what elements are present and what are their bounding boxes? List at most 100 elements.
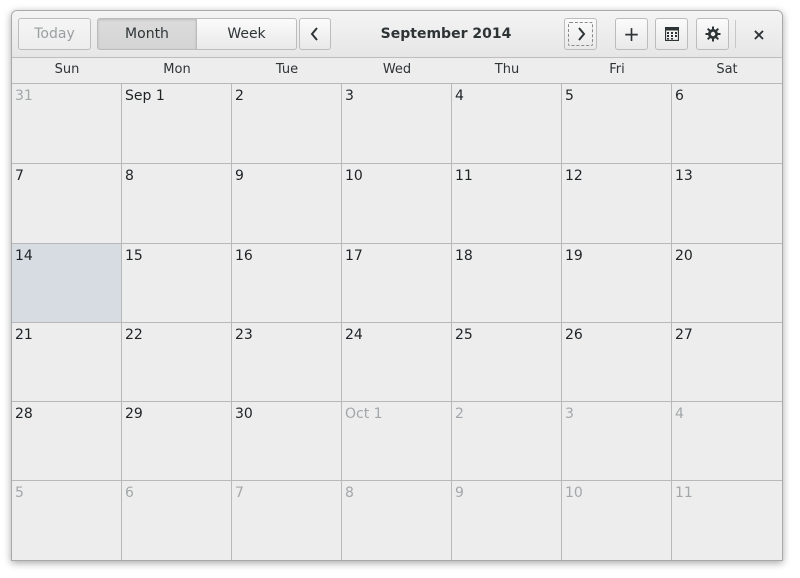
calendars-button[interactable] (655, 18, 688, 50)
day-number: 10 (345, 168, 363, 184)
weekday-label: Sun (54, 62, 80, 77)
day-cell[interactable]: 4 (672, 402, 782, 481)
day-cell[interactable]: 21 (12, 323, 122, 402)
header-separator (735, 20, 736, 48)
day-cell[interactable]: 2 (452, 402, 562, 481)
month-title: September 2014 (380, 26, 512, 42)
day-cell[interactable]: 10 (342, 164, 452, 244)
day-number: 8 (125, 168, 134, 184)
day-cell[interactable]: 8 (122, 164, 232, 244)
day-cell[interactable]: 6 (122, 481, 232, 560)
add-event-button[interactable]: + (615, 18, 648, 50)
month-view-button[interactable]: Month (97, 18, 197, 50)
day-number: 10 (565, 485, 583, 501)
chevron-right-icon (576, 27, 586, 41)
day-cell[interactable]: 30 (232, 402, 342, 481)
day-cell[interactable]: 11 (452, 164, 562, 244)
day-cell[interactable]: 15 (122, 244, 232, 323)
day-cell[interactable]: 6 (672, 84, 782, 164)
day-number: 23 (235, 327, 253, 343)
calendar-window: Today Month Week September 2014 + × Sun … (11, 10, 783, 561)
gear-icon (705, 26, 721, 42)
chevron-left-icon (310, 27, 320, 41)
day-cell[interactable]: 7 (232, 481, 342, 560)
day-number: Sep 1 (125, 88, 165, 104)
day-number: 6 (125, 485, 134, 501)
day-cell[interactable]: 19 (562, 244, 672, 323)
day-cell[interactable]: 10 (562, 481, 672, 560)
day-cell[interactable]: 8 (342, 481, 452, 560)
day-number: 30 (235, 406, 253, 422)
day-cell[interactable]: 29 (122, 402, 232, 481)
day-number: 9 (455, 485, 464, 501)
day-cell[interactable]: Sep 1 (122, 84, 232, 164)
day-cell[interactable]: 12 (562, 164, 672, 244)
day-cell[interactable]: 17 (342, 244, 452, 323)
day-cell[interactable]: 22 (122, 323, 232, 402)
day-number: 12 (565, 168, 583, 184)
month-grid: 31 Sep 1 2 3 4 5 6 7 8 9 10 11 12 13 14 15 16 17 18 19 20 21 2… (12, 84, 782, 560)
day-number: 8 (345, 485, 354, 501)
weekday-label: Mon (163, 62, 191, 77)
weekday-header: Sun Mon Tue Wed Thu Fri Sat (12, 58, 782, 84)
day-cell[interactable]: 26 (562, 323, 672, 402)
day-number: 28 (15, 406, 33, 422)
day-cell[interactable]: 3 (342, 84, 452, 164)
day-cell[interactable]: 25 (452, 323, 562, 402)
day-cell[interactable]: 7 (12, 164, 122, 244)
day-number: 3 (565, 406, 574, 422)
day-number: 15 (125, 248, 143, 264)
day-number: 4 (675, 406, 684, 422)
day-number: 22 (125, 327, 143, 343)
day-cell[interactable]: 13 (672, 164, 782, 244)
weekday-label: Fri (609, 62, 625, 77)
day-number: 13 (675, 168, 693, 184)
week-view-button[interactable]: Week (196, 18, 297, 50)
close-button[interactable]: × (743, 18, 775, 50)
day-number: 14 (15, 248, 33, 264)
day-cell[interactable]: 18 (452, 244, 562, 323)
previous-month-button[interactable] (299, 18, 331, 50)
settings-button[interactable] (696, 18, 729, 50)
day-cell[interactable]: 5 (12, 481, 122, 560)
day-number: 18 (455, 248, 473, 264)
day-number: 19 (565, 248, 583, 264)
weekday-label: Sat (716, 62, 738, 77)
header-bar: Today Month Week September 2014 + × (12, 11, 782, 58)
day-cell[interactable]: 27 (672, 323, 782, 402)
day-cell[interactable]: 14 (12, 244, 122, 323)
day-number: 7 (235, 485, 244, 501)
day-number: Oct 1 (345, 406, 383, 422)
day-number: 26 (565, 327, 583, 343)
day-number: 7 (15, 168, 24, 184)
day-number: 31 (15, 88, 33, 104)
day-number: 27 (675, 327, 693, 343)
day-cell[interactable]: 16 (232, 244, 342, 323)
day-cell[interactable]: Oct 1 (342, 402, 452, 481)
day-cell[interactable]: 11 (672, 481, 782, 560)
day-cell[interactable]: 31 (12, 84, 122, 164)
day-cell[interactable]: 9 (232, 164, 342, 244)
today-button[interactable]: Today (18, 18, 91, 50)
day-number: 9 (235, 168, 244, 184)
day-number: 4 (455, 88, 464, 104)
day-number: 2 (455, 406, 464, 422)
day-cell[interactable]: 2 (232, 84, 342, 164)
day-cell[interactable]: 23 (232, 323, 342, 402)
next-month-button[interactable] (564, 18, 597, 50)
day-cell[interactable]: 3 (562, 402, 672, 481)
day-number: 11 (455, 168, 473, 184)
day-cell[interactable]: 5 (562, 84, 672, 164)
day-number: 3 (345, 88, 354, 104)
day-number: 21 (15, 327, 33, 343)
day-cell[interactable]: 24 (342, 323, 452, 402)
day-cell[interactable]: 20 (672, 244, 782, 323)
day-cell[interactable]: 9 (452, 481, 562, 560)
day-number: 20 (675, 248, 693, 264)
day-number: 17 (345, 248, 363, 264)
close-icon: × (752, 24, 766, 44)
day-number: 16 (235, 248, 253, 264)
weekday-label: Wed (382, 62, 412, 77)
day-cell[interactable]: 28 (12, 402, 122, 481)
day-cell[interactable]: 4 (452, 84, 562, 164)
